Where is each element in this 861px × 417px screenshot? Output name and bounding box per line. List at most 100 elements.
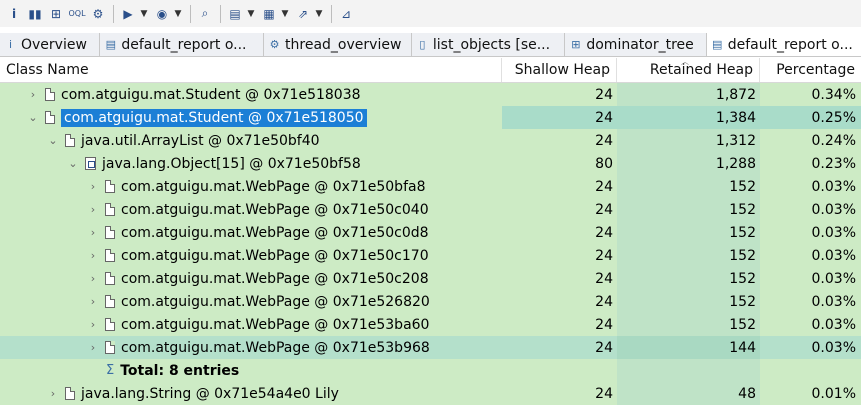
tab-dominator-tree[interactable]: ⊞ dominator_tree — [565, 33, 707, 56]
percentage: 0.34% — [811, 86, 856, 103]
object-icon — [105, 180, 115, 193]
chevron-down-icon[interactable]: ▼ — [173, 4, 183, 24]
table-row-selected[interactable]: ⌄ com.atguigu.mat.Student @ 0x71e518050 … — [0, 106, 861, 129]
export-icon[interactable]: ⇗ — [293, 4, 313, 24]
histogram-icon[interactable]: ▮▮ — [25, 4, 45, 24]
chevron-down-icon[interactable]: ⌄ — [46, 134, 60, 147]
object-icon — [105, 318, 115, 331]
shallow-heap: 24 — [595, 86, 613, 103]
object-icon — [105, 341, 115, 354]
shallow-heap: 24 — [502, 106, 617, 129]
tab-thread-overview[interactable]: ⚙ thread_overview — [264, 33, 412, 56]
calculate-retained-icon[interactable]: ▦ — [259, 4, 279, 24]
object-icon — [45, 111, 55, 124]
tab-label: thread_overview — [285, 36, 402, 53]
shallow-heap: 24 — [595, 270, 613, 287]
percentage: 0.25% — [760, 106, 861, 129]
chevron-down-icon[interactable]: ▼ — [314, 4, 324, 24]
table-row[interactable]: › com.atguigu.mat.Student @ 0x71e518038 … — [0, 83, 861, 106]
tab-default-report-active[interactable]: ▤ default_report o... — [706, 33, 861, 56]
table-row-hover[interactable]: › com.atguigu.mat.WebPage @ 0x71e53b968 … — [0, 336, 861, 359]
group-by-icon[interactable]: ▤ — [225, 4, 245, 24]
chevron-right-icon[interactable]: › — [86, 180, 100, 193]
percentage: 0.03% — [811, 339, 856, 356]
retained-heap: 152 — [617, 290, 760, 313]
info-icon[interactable]: i — [4, 4, 24, 24]
list-icon: ▯ — [419, 38, 426, 51]
object-icon — [105, 272, 115, 285]
tree-table: › com.atguigu.mat.Student @ 0x71e518038 … — [0, 83, 861, 405]
chevron-right-icon[interactable]: › — [86, 318, 100, 331]
table-row[interactable]: › com.atguigu.mat.WebPage @ 0x71e50c0d8 … — [0, 221, 861, 244]
chevron-down-icon[interactable]: ▼ — [280, 4, 290, 24]
percentage: 0.03% — [811, 247, 856, 264]
run-report-icon[interactable]: ▶ — [118, 4, 138, 24]
table-row[interactable]: › com.atguigu.mat.WebPage @ 0x71e50bfa8 … — [0, 175, 861, 198]
object-icon — [65, 134, 75, 147]
toolbar-separator — [113, 4, 114, 23]
chevron-right-icon[interactable]: › — [86, 341, 100, 354]
table-row[interactable]: › com.atguigu.mat.WebPage @ 0x71e50c170 … — [0, 244, 861, 267]
dominator-tree-icon[interactable]: ⊞ — [46, 4, 66, 24]
chevron-down-icon[interactable]: ▼ — [246, 4, 256, 24]
tab-label: Overview — [21, 36, 87, 53]
retained-heap: 1,312 — [617, 129, 760, 152]
shallow-heap: 24 — [595, 385, 613, 402]
class-name: com.atguigu.mat.WebPage @ 0x71e50c170 — [121, 247, 429, 264]
retained-heap: 144 — [617, 336, 760, 359]
gear-icon: ⚙ — [269, 38, 280, 51]
object-icon — [65, 387, 75, 400]
table-row[interactable]: › com.atguigu.mat.WebPage @ 0x71e53ba60 … — [0, 313, 861, 336]
class-name: com.atguigu.mat.WebPage @ 0x71e526820 — [121, 293, 430, 310]
class-name: com.atguigu.mat.WebPage @ 0x71e53ba60 — [121, 316, 430, 333]
shallow-heap: 24 — [595, 178, 613, 195]
class-name: com.atguigu.mat.Student @ 0x71e518038 — [61, 86, 361, 103]
column-shallow-heap[interactable]: Shallow Heap — [502, 58, 617, 82]
query-browser-icon[interactable]: ◉ — [152, 4, 172, 24]
shallow-heap: 24 — [595, 316, 613, 333]
column-percentage[interactable]: Percentage — [760, 58, 861, 82]
table-row[interactable]: › com.atguigu.mat.WebPage @ 0x71e50c208 … — [0, 267, 861, 290]
shallow-heap: 24 — [595, 293, 613, 310]
info-icon: i — [8, 38, 13, 51]
heap-dump-overview-icon[interactable]: ⚙ — [88, 4, 108, 24]
chevron-down-icon[interactable]: ⌄ — [26, 111, 40, 124]
chevron-down-icon[interactable]: ⌄ — [66, 157, 80, 170]
shallow-heap: 24 — [595, 247, 613, 264]
tab-default-report[interactable]: ▤ default_report o... — [100, 33, 265, 56]
column-class-name[interactable]: Class Name — [0, 58, 502, 82]
table-row[interactable]: ⌄ java.util.ArrayList @ 0x71e50bf40 24 1… — [0, 129, 861, 152]
percentage: 0.03% — [811, 224, 856, 241]
table-row[interactable]: › com.atguigu.mat.WebPage @ 0x71e526820 … — [0, 290, 861, 313]
chevron-right-icon[interactable]: › — [26, 88, 40, 101]
object-icon — [105, 203, 115, 216]
tab-overview[interactable]: i Overview — [0, 33, 101, 56]
report-icon: ▤ — [105, 38, 117, 51]
tab-label: dominator_tree — [586, 36, 694, 53]
chevron-right-icon[interactable]: › — [46, 387, 60, 400]
retained-heap: 1,288 — [617, 152, 760, 175]
tab-list-objects[interactable]: ▯ list_objects [se... — [412, 33, 566, 56]
retained-heap: 152 — [617, 221, 760, 244]
oql-icon[interactable]: OQL — [67, 4, 87, 24]
table-row[interactable]: › java.lang.String @ 0x71e54a4e0 Lily 24… — [0, 382, 861, 405]
shallow-heap: 24 — [595, 224, 613, 241]
chevron-right-icon[interactable]: › — [86, 226, 100, 239]
table-row[interactable]: › com.atguigu.mat.WebPage @ 0x71e50c040 … — [0, 198, 861, 221]
retained-heap: 152 — [617, 244, 760, 267]
retained-heap: 48 — [617, 382, 760, 405]
chevron-down-icon[interactable]: ▼ — [139, 4, 149, 24]
search-icon[interactable]: ⌕ — [195, 4, 215, 24]
column-retained-heap[interactable]: ︿ Retained Heap — [617, 57, 760, 82]
tab-label: list_objects [se... — [432, 36, 551, 53]
percentage: 0.03% — [811, 293, 856, 310]
chevron-right-icon[interactable]: › — [86, 272, 100, 285]
chevron-right-icon[interactable]: › — [86, 249, 100, 262]
pin-icon[interactable]: ⊿ — [336, 4, 356, 24]
class-name: com.atguigu.mat.WebPage @ 0x71e50c208 — [121, 270, 429, 287]
retained-heap: 152 — [617, 313, 760, 336]
chevron-right-icon[interactable]: › — [86, 295, 100, 308]
object-icon — [105, 226, 115, 239]
table-row[interactable]: ⌄ java.lang.Object[15] @ 0x71e50bf58 80 … — [0, 152, 861, 175]
chevron-right-icon[interactable]: › — [86, 203, 100, 216]
